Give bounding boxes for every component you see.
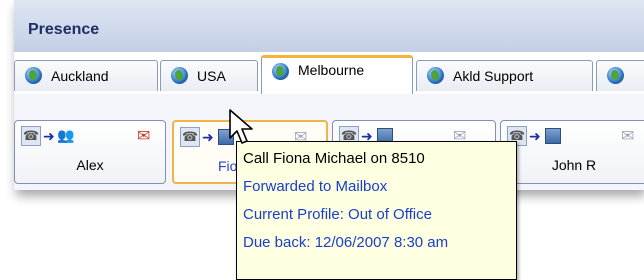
card-name: John R (551, 157, 597, 173)
status-icons: ☎ ➜ ✉ (507, 126, 634, 148)
tab-label: Melbourne (298, 62, 365, 78)
globe-icon (427, 67, 444, 84)
tooltip-forwarded-line: Forwarded to Mailbox (243, 178, 388, 195)
tab-akld-support[interactable]: Akld Support (416, 60, 593, 91)
globe-icon (607, 67, 624, 84)
card-name: Alex (76, 157, 104, 173)
tooltip-profile-line: Current Profile: Out of Office (243, 206, 432, 223)
globe-icon (272, 63, 289, 80)
arrow-right-icon: ➜ (43, 128, 55, 144)
mailbox-icon: ✉ (137, 128, 151, 145)
phone-icon: ☎ (180, 127, 200, 147)
tab-auckland[interactable]: Auckland (14, 60, 158, 91)
building-icon (545, 128, 561, 144)
tab-strip: Auckland USA Melbourne Akld Support (14, 52, 644, 95)
tab-label: USA (197, 68, 226, 84)
phone-icon: ☎ (21, 126, 41, 146)
presence-tooltip: Call Fiona Michael on 8510 Forwarded to … (236, 141, 517, 280)
tab-partial[interactable] (596, 60, 644, 91)
panel-title: Presence (28, 21, 100, 38)
tooltip-call-line[interactable]: Call Fiona Michael on 8510 (243, 145, 510, 173)
tab-melbourne[interactable]: Melbourne (261, 55, 413, 94)
tab-usa[interactable]: USA (160, 60, 258, 91)
globe-icon (25, 67, 42, 84)
globe-icon (171, 67, 188, 84)
status-icons: ☎ ➜ 👥 ✉ (21, 126, 150, 148)
tab-label: Auckland (51, 68, 109, 84)
tooltip-due-line: Due back: 12/06/2007 8:30 am (243, 234, 449, 251)
presence-card-john[interactable]: ☎ ➜ ✉ John R (500, 120, 644, 184)
mouse-cursor-icon (229, 109, 253, 144)
tab-label: Akld Support (453, 68, 534, 84)
arrow-right-icon: ➜ (202, 129, 214, 145)
mailbox-icon: ✉ (621, 128, 635, 145)
people-icon: 👥 (57, 127, 75, 143)
presence-card-alex[interactable]: ☎ ➜ 👥 ✉ Alex (14, 120, 166, 184)
arrow-right-icon: ➜ (529, 128, 541, 144)
title-bar: Presence (14, 0, 644, 52)
